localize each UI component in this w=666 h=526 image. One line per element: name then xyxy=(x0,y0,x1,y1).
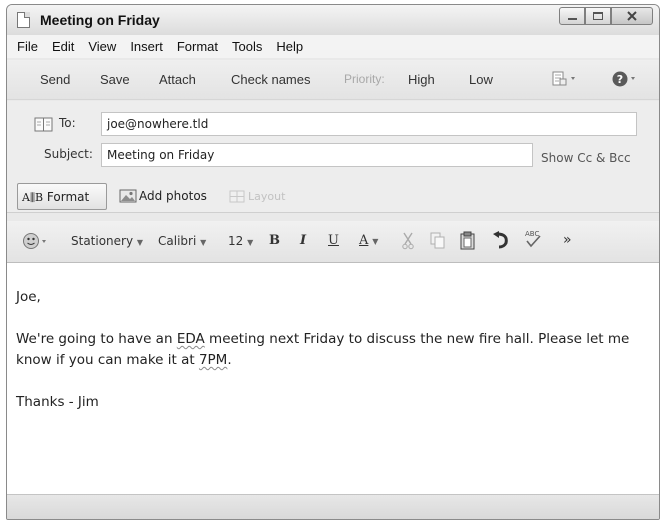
to-label: To: xyxy=(59,116,76,130)
body-text: We're going to have an xyxy=(16,331,177,347)
photo-icon xyxy=(119,189,137,207)
check-names-button[interactable]: Check names xyxy=(231,72,310,87)
maximize-icon xyxy=(593,12,603,20)
svg-text:ABC: ABC xyxy=(525,230,539,238)
stationery-dropdown[interactable]: Stationery ▼ xyxy=(71,234,143,248)
format-label: Format xyxy=(46,190,90,204)
layout-icon xyxy=(229,190,245,206)
menu-bar: File Edit View Insert Format Tools Help xyxy=(7,35,659,58)
send-button[interactable]: Send xyxy=(40,72,70,87)
minimize-icon xyxy=(567,18,577,20)
attach-button[interactable]: Attach xyxy=(159,72,196,87)
chevron-down-icon: ▼ xyxy=(136,238,144,247)
compose-window: Meeting on Friday File Edit View Insert … xyxy=(6,4,660,520)
menu-insert[interactable]: Insert xyxy=(123,39,170,54)
chevron-down-icon: ▼ xyxy=(200,238,207,247)
document-icon xyxy=(17,12,30,28)
undo-icon xyxy=(493,231,508,249)
paste-button[interactable] xyxy=(460,231,476,253)
font-size-dropdown[interactable]: 12 ▼ xyxy=(228,234,253,248)
copy-icon xyxy=(430,232,445,249)
chevron-down-icon: ▼ xyxy=(247,238,254,247)
help-dropdown-button[interactable]: ? xyxy=(612,70,640,91)
save-button[interactable]: Save xyxy=(100,72,130,87)
status-bar xyxy=(7,494,659,519)
subject-label: Subject: xyxy=(44,147,93,161)
spelling-button[interactable]: ABC xyxy=(522,228,544,253)
menu-file[interactable]: File xyxy=(10,39,45,54)
copy-button[interactable] xyxy=(430,232,446,253)
emoticon-icon xyxy=(23,233,46,249)
cut-button[interactable] xyxy=(401,232,415,253)
minimize-button[interactable] xyxy=(559,7,585,25)
font-color-button[interactable]: A ▼ xyxy=(359,233,378,248)
formatting-toolbar: Stationery ▼ Calibri ▼ 12 ▼ B I U A ▼ AB… xyxy=(7,221,659,263)
maximize-button[interactable] xyxy=(585,7,611,25)
options-dropdown-button[interactable] xyxy=(552,70,580,91)
misspelled-word[interactable]: EDA xyxy=(177,331,205,347)
greeting-line: Joe, xyxy=(16,289,41,305)
bold-button[interactable]: B xyxy=(269,233,280,248)
menu-edit[interactable]: Edit xyxy=(45,39,81,54)
scissors-icon xyxy=(402,232,414,250)
emoticon-button[interactable] xyxy=(23,232,51,253)
close-icon xyxy=(627,11,637,21)
priority-high-button[interactable]: High xyxy=(408,72,435,87)
message-paragraph: We're going to have an EDA meeting next … xyxy=(16,329,652,371)
svg-text:?: ? xyxy=(617,73,623,86)
priority-label: Priority: xyxy=(344,72,385,86)
subject-field[interactable]: Meeting on Friday xyxy=(101,143,533,167)
show-cc-bcc-link[interactable]: Show Cc & Bcc xyxy=(541,151,631,165)
underline-button[interactable]: U xyxy=(328,233,339,248)
to-field[interactable]: joe@nowhere.tld xyxy=(101,112,637,136)
options-icon xyxy=(552,71,575,86)
layout-button[interactable]: Layout xyxy=(248,190,285,203)
format-button[interactable]: A⫼B Format xyxy=(17,183,107,210)
menu-tools[interactable]: Tools xyxy=(225,39,269,54)
misspelled-word[interactable]: 7PM xyxy=(199,352,227,368)
more-tools-button[interactable]: » xyxy=(563,232,572,248)
title-bar[interactable]: Meeting on Friday xyxy=(7,5,659,35)
font-size-value: 12 xyxy=(228,234,244,248)
undo-button[interactable] xyxy=(492,231,510,252)
font-name: Calibri xyxy=(158,234,197,248)
body-text: . xyxy=(227,352,232,368)
paste-icon xyxy=(460,231,475,250)
spell-check-icon: ABC xyxy=(525,230,541,248)
chevron-down-icon: ▼ xyxy=(372,237,379,246)
contacts-button[interactable] xyxy=(34,117,54,135)
close-button[interactable] xyxy=(611,7,653,25)
add-photos-button[interactable]: Add photos xyxy=(139,189,207,203)
address-book-icon xyxy=(34,117,53,132)
window-title: Meeting on Friday xyxy=(40,12,160,28)
help-icon: ? xyxy=(612,71,635,87)
main-toolbar: Send Save Attach Check names Priority: H… xyxy=(7,60,659,100)
font-color-label: A xyxy=(359,233,369,248)
menu-view[interactable]: View xyxy=(81,39,123,54)
message-body[interactable]: Joe, We're going to have an EDA meeting … xyxy=(7,263,659,494)
address-panel: To: joe@nowhere.tld Subject: Meeting on … xyxy=(7,101,659,181)
font-dropdown[interactable]: Calibri ▼ xyxy=(158,234,206,248)
stationery-label: Stationery xyxy=(71,234,134,248)
window-controls xyxy=(559,7,653,25)
menu-format[interactable]: Format xyxy=(170,39,225,54)
menu-help[interactable]: Help xyxy=(269,39,310,54)
priority-low-button[interactable]: Low xyxy=(469,72,493,87)
format-row: A⫼B Format Add photos Layout xyxy=(7,181,659,213)
italic-button[interactable]: I xyxy=(300,233,306,248)
format-icon: A⫼B xyxy=(22,191,44,204)
signoff-line: Thanks - Jim xyxy=(16,394,99,410)
